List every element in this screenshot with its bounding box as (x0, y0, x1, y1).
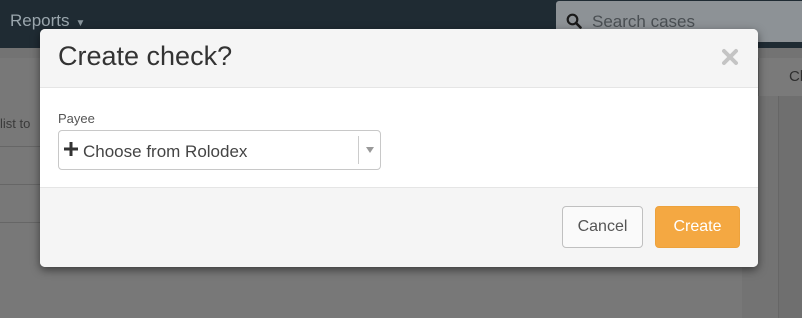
select-divider (358, 136, 359, 164)
divider (0, 146, 40, 147)
modal-title: Create check? (58, 41, 233, 71)
divider (0, 184, 40, 185)
chevron-down-icon: ▼ (75, 18, 86, 29)
background-tab[interactable]: Cl (758, 58, 802, 96)
nav-reports-label: Reports (10, 11, 70, 30)
background-scroll-region (778, 96, 802, 318)
payee-label: Payee (58, 111, 95, 126)
chevron-down-icon[interactable] (366, 147, 374, 153)
create-check-modal: Create check? Payee Choose from Rolodex … (40, 29, 758, 267)
background-text: list to (0, 116, 31, 131)
close-icon[interactable] (720, 47, 740, 67)
plus-icon (64, 142, 78, 156)
divider (0, 222, 40, 223)
payee-select-value: Choose from Rolodex (83, 142, 248, 161)
create-button[interactable]: Create (655, 206, 740, 248)
modal-body: Payee Choose from Rolodex (40, 89, 758, 189)
background-tab-label: Cl (789, 68, 802, 85)
payee-select[interactable]: Choose from Rolodex (58, 130, 381, 170)
search-icon (566, 13, 582, 29)
modal-footer: Cancel Create (40, 187, 758, 267)
modal-header: Create check? (40, 29, 758, 88)
nav-reports-menu[interactable]: Reports ▼ (10, 11, 85, 31)
cancel-button[interactable]: Cancel (562, 206, 643, 248)
